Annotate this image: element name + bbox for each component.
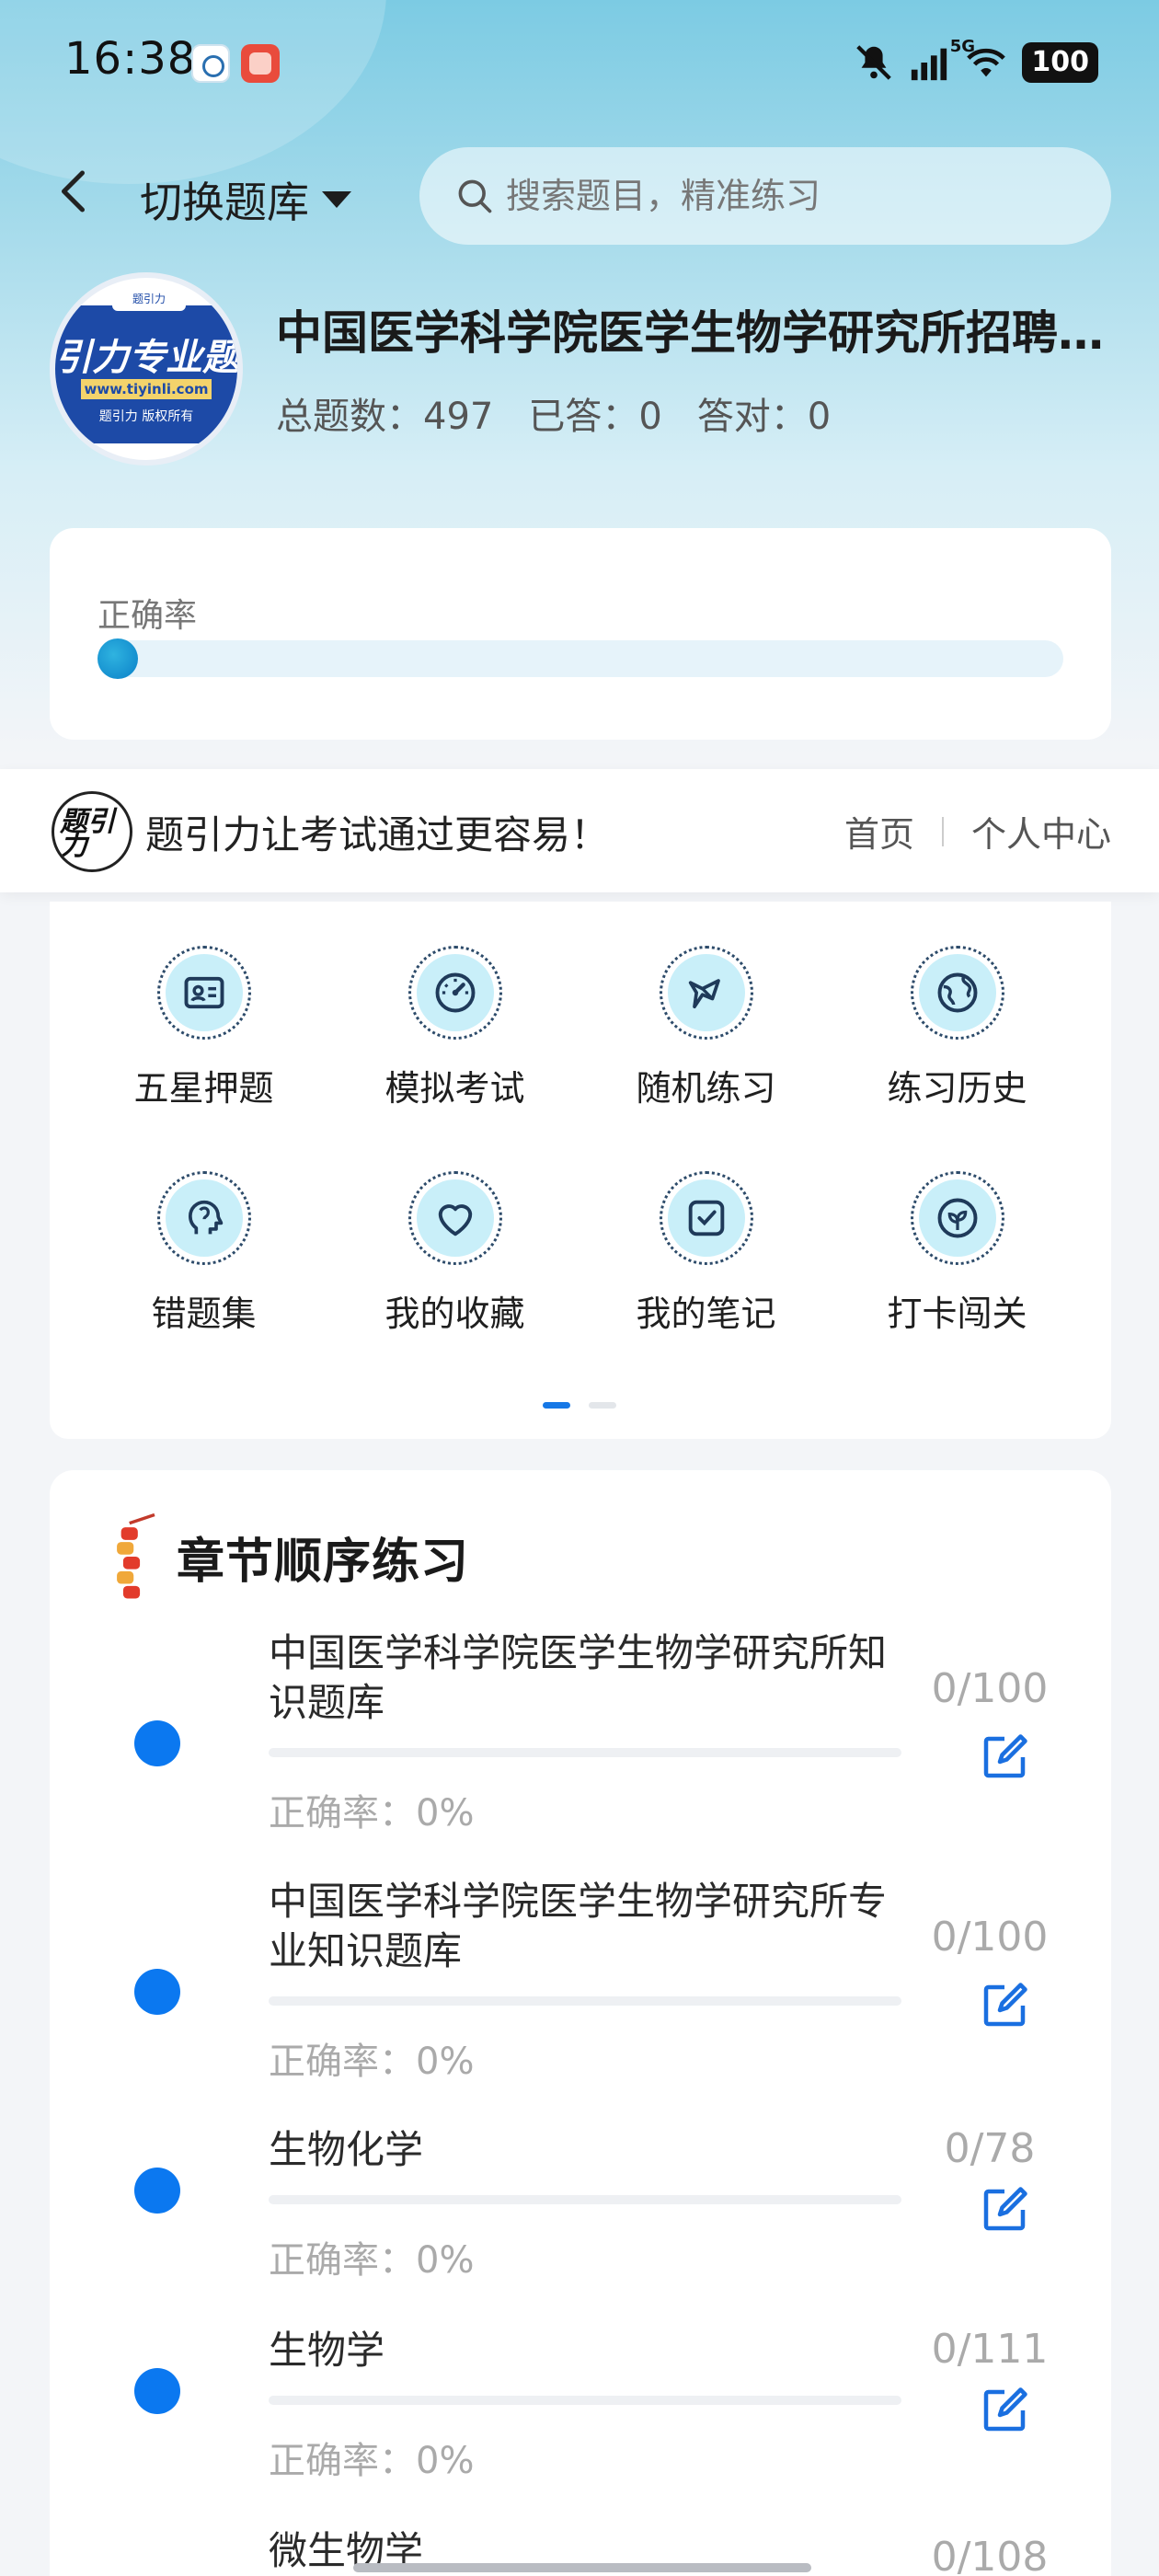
- total-count: 总题数：497: [276, 396, 494, 438]
- page-dot-active[interactable]: [543, 1402, 570, 1409]
- chapter-progress-bar: [269, 1748, 901, 1757]
- mute-bell-icon: [856, 45, 892, 80]
- edit-icon[interactable]: [977, 1730, 1032, 1785]
- id-card-icon: [184, 976, 224, 1009]
- chapter-name: 生物化学: [269, 2127, 424, 2172]
- course-stats: 总题数：497 已答：0 答对：0: [276, 386, 831, 440]
- chapter-count: 0/78: [944, 2125, 1036, 2172]
- switch-library-label: 切换题库: [140, 178, 309, 227]
- check-note-icon: [688, 1200, 724, 1236]
- answered-count: 已答：0: [528, 396, 662, 438]
- search-icon: [458, 179, 492, 213]
- feature-label: 我的收藏: [384, 1294, 525, 1334]
- chapter-progress-bar: [269, 1996, 901, 2006]
- edit-icon[interactable]: [977, 2383, 1032, 2438]
- link-divider: [941, 816, 944, 846]
- brand-bar: 题引力 题引力让考试通过更容易！ 首页 个人中心: [0, 769, 1159, 892]
- chapter-count: 0/100: [931, 1665, 1049, 1712]
- feature-label: 五星押题: [133, 1068, 274, 1109]
- system-icons: 100: [853, 39, 1098, 86]
- status-time: 16:38: [64, 33, 197, 85]
- page-dot[interactable]: [589, 1402, 616, 1409]
- feature-practice-history[interactable]: 练习历史: [832, 946, 1083, 1110]
- chapter-title: 章节顺序练习: [177, 1534, 470, 1590]
- caret-down-icon: [322, 191, 351, 208]
- edit-icon[interactable]: [977, 2182, 1032, 2237]
- accuracy-card: 正确率: [50, 528, 1111, 740]
- chapter-bullet: [134, 2168, 180, 2214]
- chapter-count: 0/108: [931, 2534, 1049, 2576]
- chapter-progress-bar: [269, 2195, 901, 2204]
- chapter-progress-bar: [269, 2396, 901, 2405]
- feature-my-notes[interactable]: 我的笔记: [580, 1171, 832, 1336]
- feature-grid: 五星押题 模拟考试 随机练习 练习历史 错题集 我的收藏 我的笔记 打卡闯关: [50, 946, 1111, 1336]
- accuracy-progress-knob: [98, 638, 138, 679]
- leaf-icon: [937, 1198, 977, 1238]
- shuffle-icon: [688, 979, 720, 1009]
- firecracker-icon: [117, 1512, 155, 1599]
- notification-app-icon: [191, 44, 230, 83]
- correct-count: 答对：0: [696, 396, 832, 438]
- chapter-name: 中国医学科学院医学生物学研究所知识题库: [269, 1630, 888, 1725]
- feature-wrong-questions[interactable]: 错题集: [78, 1171, 329, 1336]
- feature-label: 练习历史: [887, 1068, 1027, 1109]
- feature-star-questions[interactable]: 五星押题: [78, 946, 329, 1110]
- chapter-name: 生物学: [269, 2328, 385, 2373]
- accuracy-label: 正确率: [98, 597, 198, 635]
- chapter-rate: 正确率：0%: [269, 2041, 475, 2083]
- search-bar[interactable]: [419, 147, 1111, 245]
- brand-logo: 题引力: [52, 791, 132, 872]
- chapter-rate: 正确率：0%: [269, 2440, 475, 2482]
- feature-label: 模拟考试: [384, 1068, 525, 1109]
- personal-center-link[interactable]: 个人中心: [971, 806, 1111, 857]
- feature-label: 打卡闯关: [887, 1294, 1027, 1334]
- chapter-card: 章节顺序练习 中国医学科学院医学生物学研究所知识题库 正确率：0% 0/100 …: [50, 1470, 1111, 2576]
- brand-slogan: 题引力让考试通过更容易！: [145, 812, 610, 857]
- chapter-bullet: [134, 2368, 180, 2414]
- gauge-icon: [435, 972, 475, 1013]
- back-arrow-icon[interactable]: [48, 164, 103, 219]
- chapter-header: 章节顺序练习: [99, 1511, 469, 1603]
- chapter-bullet: [134, 1720, 180, 1766]
- feature-mock-exam[interactable]: 模拟考试: [329, 946, 580, 1110]
- chapter-rate: 正确率：0%: [269, 1792, 475, 1834]
- feature-label: 错题集: [151, 1294, 257, 1334]
- status-bar: 16:38 100 5G: [0, 0, 1159, 129]
- course-logo: 题引力 引力专业题 www.tiyinli.com 题引力 版权所有: [50, 272, 243, 466]
- globe-icon: [937, 972, 977, 1013]
- switch-library-button[interactable]: 切换题库: [140, 169, 351, 230]
- feature-label: 随机练习: [636, 1068, 776, 1109]
- feature-my-favorites[interactable]: 我的收藏: [329, 1171, 580, 1336]
- feature-random-practice[interactable]: 随机练习: [580, 946, 832, 1110]
- notification-app-icon-2: [241, 44, 280, 83]
- heart-icon: [438, 1204, 472, 1236]
- accuracy-progress-bar: [98, 638, 1063, 679]
- page-indicator[interactable]: [543, 1402, 616, 1409]
- gesture-home-bar[interactable]: [353, 2563, 811, 2572]
- edit-icon[interactable]: [977, 1978, 1032, 2033]
- course-title: 中国医学科学院医学生物学研究所招聘考试题库: [276, 306, 1104, 360]
- chapter-count: 0/111: [931, 2326, 1049, 2373]
- chapter-count: 0/100: [931, 1914, 1049, 1961]
- chapter-rate: 正确率：0%: [269, 2239, 475, 2282]
- brand-links: 首页 个人中心: [844, 806, 1111, 857]
- chapter-name: 中国医学科学院医学生物学研究所专业知识题库: [269, 1879, 888, 1973]
- battery-indicator: 100: [1022, 42, 1098, 83]
- home-link[interactable]: 首页: [844, 806, 914, 857]
- search-input[interactable]: [506, 176, 1021, 216]
- chapter-bullet: [134, 1969, 180, 2015]
- signal-icon: [912, 48, 947, 81]
- head-icon: [188, 1200, 223, 1235]
- feature-card: 五星押题 模拟考试 随机练习 练习历史 错题集 我的收藏 我的笔记 打卡闯关: [50, 902, 1111, 1439]
- feature-label: 我的笔记: [636, 1294, 776, 1334]
- feature-check-in[interactable]: 打卡闯关: [832, 1171, 1083, 1336]
- network-type: 5G: [949, 37, 975, 56]
